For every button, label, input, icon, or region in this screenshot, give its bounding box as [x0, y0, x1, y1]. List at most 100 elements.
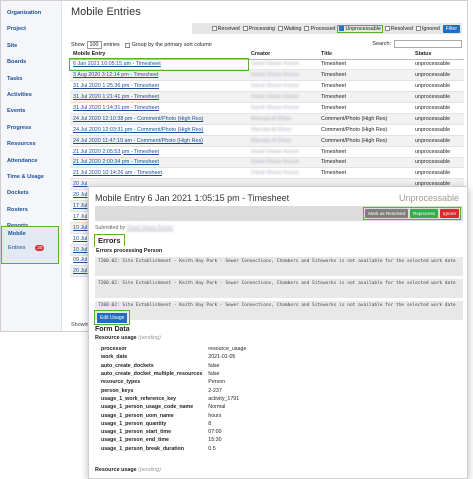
entry-cell-text[interactable]: 17 Jul	[73, 214, 87, 220]
sidebar-item-tasks[interactable]: Tasks	[1, 71, 61, 87]
entries-label: entries	[103, 42, 120, 48]
page-length-select[interactable]: 100	[86, 41, 102, 49]
search-input[interactable]	[394, 40, 462, 48]
entry-cell[interactable]: 21 Jul 2020 2:05:53 pm - Timesheet	[70, 146, 248, 158]
mark-resolved-button[interactable]: Mark as Resolved	[365, 209, 408, 218]
table-row[interactable]: 31 Jul 2020 1:25:36 pm - Timesheet David …	[70, 80, 464, 93]
reprocess-button[interactable]: Reprocess	[410, 209, 438, 218]
title-cell: Timesheet	[318, 167, 412, 180]
table-row[interactable]: 6 Jan 2021 10:05:15 am - Timesheet David …	[69, 58, 464, 71]
entry-cell[interactable]: 24 Jul 2020 11:47:19 am - Comment/Photo …	[70, 135, 248, 147]
field-key: processor	[101, 346, 127, 353]
sidebar-item-mobile[interactable]: Mobile	[2, 227, 58, 241]
entry-cell-text[interactable]: 3 Aug 2020 3:12:14 pm - Timesheet	[73, 72, 158, 78]
sidebar-item-activities[interactable]: Activities	[1, 87, 61, 103]
entry-cell-text[interactable]: 31 Jul 2020 1:14:31 pm - Timesheet	[73, 105, 159, 111]
field-value: activity_1791	[208, 395, 240, 402]
entry-cell-text[interactable]: 20 Jul	[73, 181, 87, 187]
title-cell-text: Timesheet	[321, 170, 346, 177]
entry-cell-text[interactable]: 31 Jul 2020 1:25:36 pm - Timesheet	[73, 83, 159, 89]
entry-cell-text[interactable]: 20 Jul	[73, 268, 87, 274]
filter-processed[interactable]: Processed	[304, 26, 335, 32]
error-message: 7200.02: Site Establishment - Keith Hay …	[95, 279, 463, 298]
table-row[interactable]: 21 Jul 2020 2:05:53 pm - Timesheet David …	[70, 146, 464, 158]
title-cell: Comment/Photo (High Res)	[318, 124, 412, 136]
resource-usage-label: Resource usage (pending)	[95, 335, 161, 341]
entry-cell[interactable]: 31 Jul 2020 1:25:36 pm - Timesheet	[70, 80, 248, 93]
table-row[interactable]: 21 Jul 2020 10:14:26 am - Timesheet David…	[70, 167, 464, 180]
table-row[interactable]: 3 Aug 2020 3:12:14 pm - Timesheet David S…	[70, 69, 464, 82]
filter-label: Processed	[310, 25, 336, 32]
filter-ignored[interactable]: Ignored	[415, 26, 440, 32]
filter-button[interactable]: Filter	[442, 24, 460, 33]
entry-cell[interactable]: 24 Jul 2020 12:10:38 pm - Comment/Photo …	[70, 113, 248, 125]
sidebar-item-attendance[interactable]: Attendance	[1, 153, 61, 169]
sidebar-item-rosters[interactable]: Rosters	[1, 202, 61, 218]
column-header-status[interactable]: Status	[412, 50, 464, 60]
entry-cell-text[interactable]: 17 Jul	[73, 203, 87, 209]
field-key: usage_1_work_reference_key	[101, 395, 177, 402]
sidebar-item-project[interactable]: Project	[1, 21, 61, 37]
title-cell-text: Timesheet	[321, 105, 346, 111]
submitter-name[interactable]: David Shane Kerzer	[127, 225, 173, 231]
column-header-creator[interactable]: Creator	[248, 50, 318, 60]
entry-cell[interactable]: 31 Jul 2020 1:21:41 pm - Timesheet	[70, 91, 248, 104]
table-row[interactable]: 31 Jul 2020 1:14:31 pm - Timesheet David …	[70, 102, 464, 114]
column-header-title[interactable]: Title	[318, 50, 412, 60]
table-row[interactable]: 31 Jul 2020 1:21:41 pm - Timesheet David …	[70, 91, 464, 104]
sidebar-item-boards[interactable]: Boards	[1, 54, 61, 70]
table-row[interactable]: 24 Jul 2020 12:03:31 pm - Comment/Photo …	[70, 124, 464, 136]
entry-cell-text[interactable]: 21 Jul 2020 10:14:26 am - Timesheet	[73, 170, 162, 176]
entry-cell-text[interactable]: 10 Jul	[73, 236, 87, 242]
entry-cell-text[interactable]: 6 Jan 2021 10:05:15 am - Timesheet	[73, 61, 161, 67]
entry-cell-text[interactable]: 10 Jul	[73, 247, 87, 253]
field-value: 2021-01-05	[208, 354, 236, 361]
sidebar-item-resources[interactable]: Resources	[1, 136, 61, 152]
group-checkbox[interactable]	[124, 42, 130, 48]
filter-processing[interactable]: Processing	[242, 26, 275, 32]
filter-unprocessable[interactable]: Unprocessable	[337, 24, 383, 33]
entry-cell-selected[interactable]: 6 Jan 2021 10:05:15 am - Timesheet	[69, 58, 249, 71]
filter-waiting[interactable]: Waiting	[277, 26, 301, 32]
entry-cell-text[interactable]: 24 Jul 2020 11:47:19 am - Comment/Photo …	[73, 138, 203, 144]
filter-received[interactable]: Received	[211, 26, 240, 32]
sidebar-item-organization[interactable]: Organization	[1, 5, 61, 21]
entry-cell-text[interactable]: 10 Jul	[73, 225, 87, 231]
entry-cell[interactable]: 3 Aug 2020 3:12:14 pm - Timesheet	[70, 69, 248, 82]
entry-cell-text[interactable]: 24 Jul 2020 12:10:38 pm - Comment/Photo …	[73, 116, 203, 122]
entry-cell-text[interactable]: 09 Jul	[73, 257, 87, 263]
entry-cell-text[interactable]: 21 Jul 2020 2:00:34 pm - Timesheet	[73, 159, 159, 165]
status-cell: unprocessable	[412, 102, 464, 114]
sidebar-item-events[interactable]: Events	[1, 103, 61, 119]
field-value: false	[208, 362, 220, 369]
errors-subheading: Errors processing Person	[96, 248, 163, 254]
entry-cell[interactable]: 24 Jul 2020 12:03:31 pm - Comment/Photo …	[70, 124, 248, 136]
checkbox-icon	[415, 26, 421, 31]
search-control: Search:	[372, 40, 462, 48]
entry-cell-text[interactable]: 31 Jul 2020 1:21:41 pm - Timesheet	[73, 94, 159, 100]
entry-cell-text[interactable]: 20 Jul	[73, 192, 87, 198]
table-row[interactable]: 24 Jul 2020 11:47:19 am - Comment/Photo …	[70, 135, 464, 147]
sidebar-item-progress[interactable]: Progress	[1, 120, 61, 136]
status-cell-text: unprocessable	[415, 83, 451, 90]
status-cell-text: unprocessable	[415, 148, 451, 155]
entry-cell-text[interactable]: 24 Jul 2020 12:03:31 pm - Comment/Photo …	[73, 127, 203, 133]
entry-cell[interactable]: 21 Jul 2020 2:00:34 pm - Timesheet	[70, 157, 248, 169]
field-value: Person	[208, 379, 226, 386]
status-cell: unprocessable	[412, 80, 464, 93]
entry-cell[interactable]: 21 Jul 2020 10:14:26 am - Timesheet	[70, 167, 248, 180]
sidebar-item-entries[interactable]: Entries 20	[2, 241, 58, 255]
sidebar-item-site[interactable]: Site	[1, 38, 61, 54]
entry-cell-text[interactable]: 21 Jul 2020 2:05:53 pm - Timesheet	[73, 149, 159, 155]
entry-cell[interactable]: 31 Jul 2020 1:14:31 pm - Timesheet	[70, 102, 248, 114]
sidebar-item-dockets[interactable]: Dockets	[1, 185, 61, 201]
sidebar-item-time-usage[interactable]: Time & Usage	[1, 169, 61, 185]
table-row[interactable]: 24 Jul 2020 12:10:38 pm - Comment/Photo …	[70, 113, 464, 125]
page-title: Mobile Entries	[71, 6, 141, 18]
table-row[interactable]: 21 Jul 2020 2:00:34 pm - Timesheet David …	[70, 157, 464, 169]
ignore-button[interactable]: Ignore	[439, 209, 459, 218]
column-header-mobile-entry[interactable]: Mobile Entry	[70, 50, 248, 60]
filter-resolved[interactable]: Resolved	[384, 26, 413, 32]
edit-usage-button[interactable]: Edit Usage	[97, 313, 128, 323]
page-length-control: Show 100 entries Group by the primary so…	[71, 41, 212, 49]
